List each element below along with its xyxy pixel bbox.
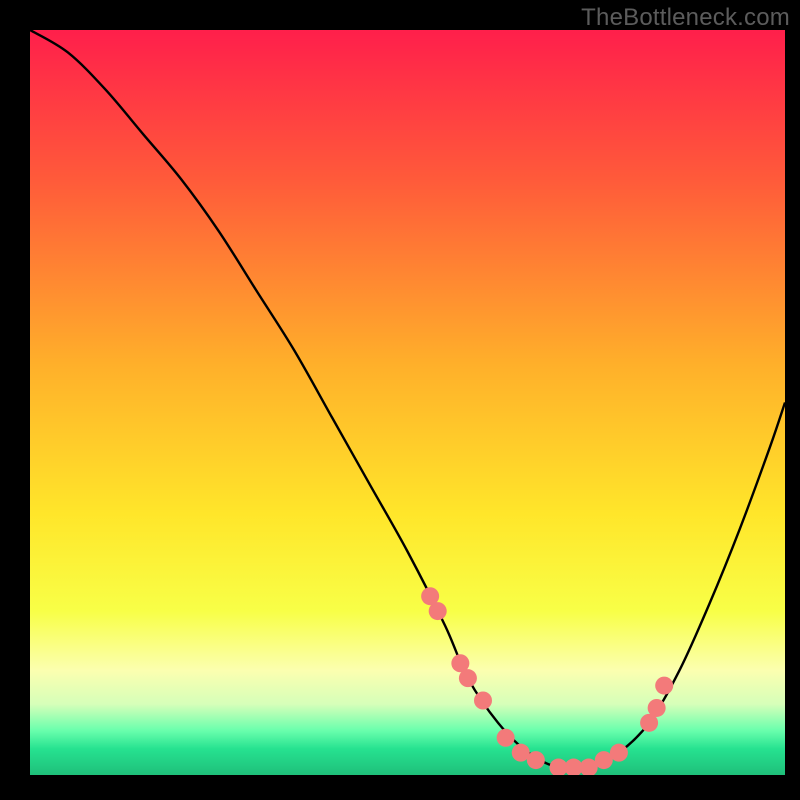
data-point bbox=[429, 602, 447, 620]
bottleneck-chart bbox=[30, 30, 785, 775]
chart-plot-area bbox=[30, 30, 785, 775]
data-point bbox=[474, 692, 492, 710]
data-point bbox=[459, 669, 477, 687]
data-point bbox=[610, 744, 628, 762]
data-point bbox=[655, 677, 673, 695]
data-point bbox=[527, 751, 545, 769]
watermark-text: TheBottleneck.com bbox=[581, 4, 790, 32]
data-point bbox=[648, 699, 666, 717]
chart-frame bbox=[15, 30, 785, 790]
data-point bbox=[497, 729, 515, 747]
